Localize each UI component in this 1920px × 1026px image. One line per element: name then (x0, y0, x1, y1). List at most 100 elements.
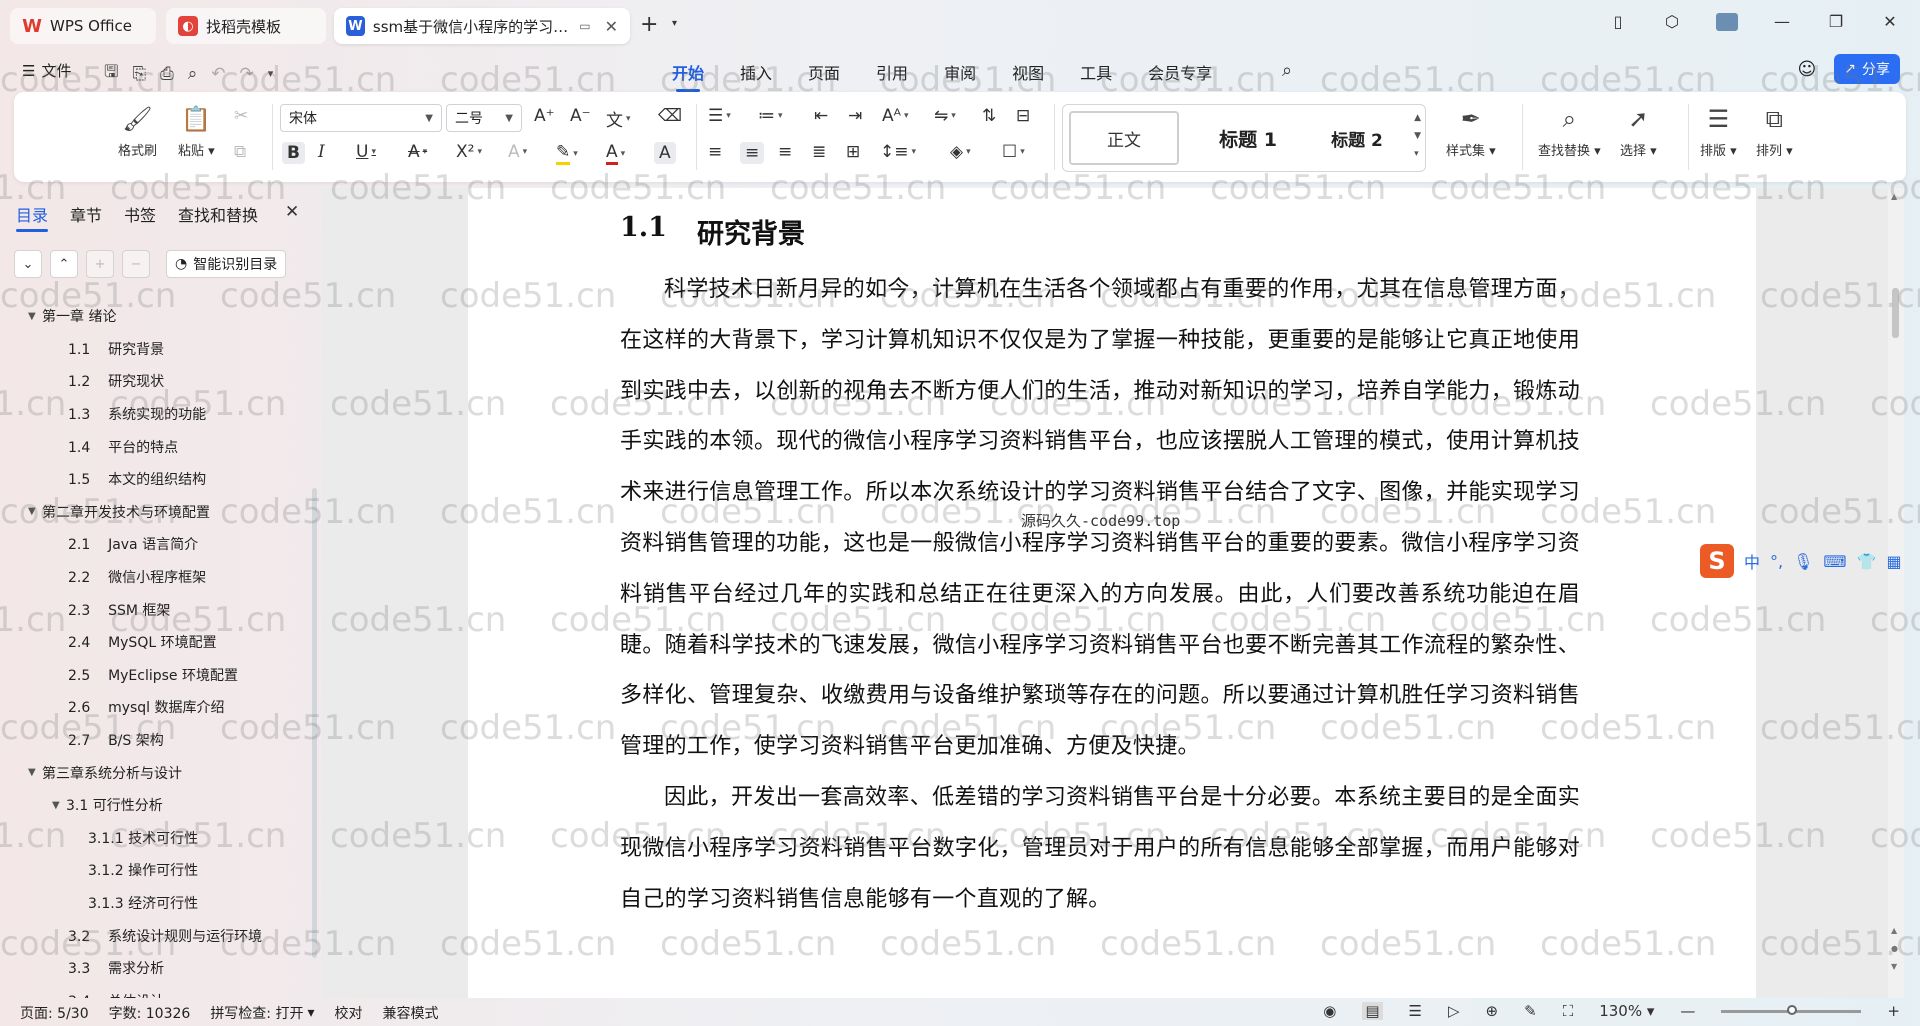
chevron-up-icon[interactable]: ⌃ (50, 250, 78, 278)
add-icon[interactable]: + (86, 250, 114, 278)
border-icon[interactable]: ☐ ▾ (1002, 142, 1025, 162)
page-view-icon[interactable]: ▤ (1362, 1002, 1383, 1020)
toc-item[interactable]: 3.1.2 操作可行性 (0, 854, 310, 887)
word-count[interactable]: 字数: 10326 (109, 1003, 191, 1023)
chat-icon[interactable]: ☺ (1798, 59, 1817, 80)
close-icon[interactable]: ✕ (285, 202, 299, 222)
more-icon[interactable]: ▾ (268, 67, 274, 80)
document-page[interactable]: 1.1 研究背景 科学技术日新月异的如今，计算机在生活各个领域都占有重要的作用，… (468, 188, 1756, 998)
menu-tab-insert[interactable]: 插入 (740, 58, 772, 86)
toc-item[interactable]: 1.2 研究现状 (0, 365, 310, 398)
style-set-button[interactable]: ✒ 样式集 ▾ (1446, 102, 1496, 159)
nav-scrollbar[interactable] (312, 488, 317, 958)
distributed-icon[interactable]: ⊞ (846, 142, 860, 162)
layout-button[interactable]: ☰ 排版 ▾ (1700, 102, 1737, 159)
grid-icon[interactable]: ▦ (1886, 552, 1901, 571)
close-tab-icon[interactable]: ✕ (605, 17, 618, 36)
font-name-select[interactable]: 宋体 ▼ (280, 104, 442, 132)
font-color-icon[interactable]: A ▾ (606, 142, 625, 165)
menu-tab-reference[interactable]: 引用 (876, 58, 908, 86)
italic-icon[interactable]: I (318, 142, 325, 162)
tab-wps-office[interactable]: W WPS Office (10, 8, 156, 44)
menu-tab-home[interactable]: 开始 (672, 58, 704, 92)
web-view-icon[interactable]: ⊕ (1486, 1002, 1499, 1020)
increase-font-icon[interactable]: A⁺ (534, 106, 555, 126)
toc-item[interactable]: ▼ 第二章开发技术与环境配置 (0, 496, 310, 529)
toc-item[interactable]: 1.5 本文的组织结构 (0, 463, 310, 496)
paragraph[interactable]: 因此，开发出一套高效率、低差错的学习资料销售平台是十分必要。本系统主要目的是全面… (620, 773, 1580, 925)
decrease-font-icon[interactable]: A⁻ (570, 106, 591, 126)
redo-icon[interactable]: ↷ (239, 64, 253, 84)
toc-item[interactable]: 2.7 B/S 架构 (0, 724, 310, 757)
prev-page-icon[interactable]: ▲ (1891, 926, 1897, 935)
ime-language[interactable]: 中 (1744, 549, 1760, 573)
nav-tab-toc[interactable]: 目录 (16, 202, 49, 232)
expand-triangle-icon[interactable]: ▼ (52, 800, 66, 811)
clear-format-icon[interactable]: ⌫ (658, 106, 682, 126)
keyboard-icon[interactable]: ⌨ (1823, 552, 1846, 571)
style-heading-1[interactable]: 标题 1 (1193, 111, 1303, 165)
toc-item[interactable]: ▼ 3.1 可行性分析 (0, 789, 310, 822)
share-button[interactable]: ↗ 分享 (1834, 54, 1900, 84)
zoom-slider-knob[interactable] (1787, 1004, 1798, 1015)
remove-icon[interactable]: − (122, 250, 150, 278)
expand-triangle-icon[interactable]: ▼ (28, 311, 42, 322)
copy-icon[interactable]: ⧉ (234, 142, 246, 162)
toc-item[interactable]: 2.4 MySQL 环境配置 (0, 626, 310, 659)
select-browse-icon[interactable]: ● (1891, 944, 1898, 953)
file-menu-button[interactable]: ☰ 文件 (22, 60, 71, 81)
undo-icon[interactable]: ↶ (211, 64, 225, 84)
search-icon[interactable]: ⌕ (1282, 60, 1292, 81)
align-right-icon[interactable]: ≡ (778, 142, 792, 162)
paste-button[interactable]: 📋 粘贴 ▾ (178, 102, 215, 159)
scroll-up-icon[interactable]: ▲ (1891, 192, 1897, 201)
toc-item[interactable]: 1.1 研究背景 (0, 333, 310, 366)
bullets-icon[interactable]: ☰ ▾ (708, 106, 731, 126)
toc-item[interactable]: 3.1.1 技术可行性 (0, 822, 310, 855)
nav-tab-find-replace[interactable]: 查找和替换 (178, 202, 258, 226)
zoom-level[interactable]: 130% ▾ (1599, 1002, 1654, 1020)
proofread-button[interactable]: 校对 (335, 1003, 363, 1023)
sort-icon[interactable]: ⇅ (982, 106, 996, 126)
outline-view-icon[interactable]: ☰ (1409, 1002, 1422, 1020)
expand-triangle-icon[interactable]: ▼ (28, 767, 42, 778)
avatar[interactable] (1716, 12, 1738, 31)
style-normal[interactable]: 正文 (1069, 111, 1179, 165)
align-left-icon[interactable]: ≡ (708, 142, 722, 162)
tab-current-document[interactable]: W ssm基于微信小程序的学习资料 ▭ ✕ (334, 8, 630, 44)
minimize-icon[interactable]: — (1772, 12, 1792, 31)
cube-icon[interactable]: ⬡ (1662, 12, 1682, 31)
find-replace-button[interactable]: ⌕ 查找替换 ▾ (1538, 102, 1601, 159)
vertical-scrollbar[interactable]: ▲ ▲ ● ▼ (1888, 188, 1904, 998)
toc-item[interactable]: 2.6 mysql 数据库介绍 (0, 691, 310, 724)
arrange-button[interactable]: ⧉ 排列 ▾ (1756, 102, 1793, 159)
toc-item[interactable]: 3.1.3 经济可行性 (0, 887, 310, 920)
strikethrough-icon[interactable]: A ▾ (408, 142, 427, 162)
scroll-thumb[interactable] (1892, 288, 1899, 338)
justify-icon[interactable]: ≣ (812, 142, 826, 162)
toc-item[interactable]: 3.4 总体设计 (0, 984, 310, 998)
skin-icon[interactable]: 👕 (1857, 552, 1877, 571)
next-page-icon[interactable]: ▼ (1891, 962, 1897, 971)
zoom-in-icon[interactable]: + (1887, 1002, 1900, 1020)
toc-item[interactable]: 1.3 系统实现的功能 (0, 398, 310, 431)
menu-tab-page[interactable]: 页面 (808, 58, 840, 86)
superscript-icon[interactable]: X² ▾ (456, 142, 482, 162)
tab-docer-templates[interactable]: ◐ 找稻壳模板 (166, 8, 326, 44)
decrease-indent-icon[interactable]: ⇤ (814, 106, 828, 126)
fit-page-icon[interactable]: ⛶ (1563, 1002, 1574, 1020)
zoom-out-icon[interactable]: — (1680, 1002, 1695, 1020)
show-marks-icon[interactable]: ⊟ (1016, 106, 1030, 126)
eye-protection-icon[interactable]: ◉ (1323, 1002, 1336, 1020)
toc-item[interactable]: 3.3 需求分析 (0, 952, 310, 985)
highlight-icon[interactable]: ✎ ▾ (556, 142, 578, 165)
chinese-layout-icon[interactable]: ⇋ ▾ (934, 106, 956, 126)
page-count[interactable]: 页面: 5/30 (20, 1003, 89, 1023)
chevron-down-icon[interactable]: ▾ (672, 18, 677, 29)
spell-check-toggle[interactable]: 拼写检查: 打开 ▾ (210, 1003, 314, 1023)
nav-tab-sections[interactable]: 章节 (70, 202, 102, 226)
mic-icon[interactable]: 🎙 (1793, 552, 1813, 571)
phonetic-guide-icon[interactable]: 文 ▾ (606, 106, 631, 131)
align-center-icon[interactable]: ≡ (740, 142, 765, 164)
ime-punctuation[interactable]: °, (1770, 552, 1783, 571)
